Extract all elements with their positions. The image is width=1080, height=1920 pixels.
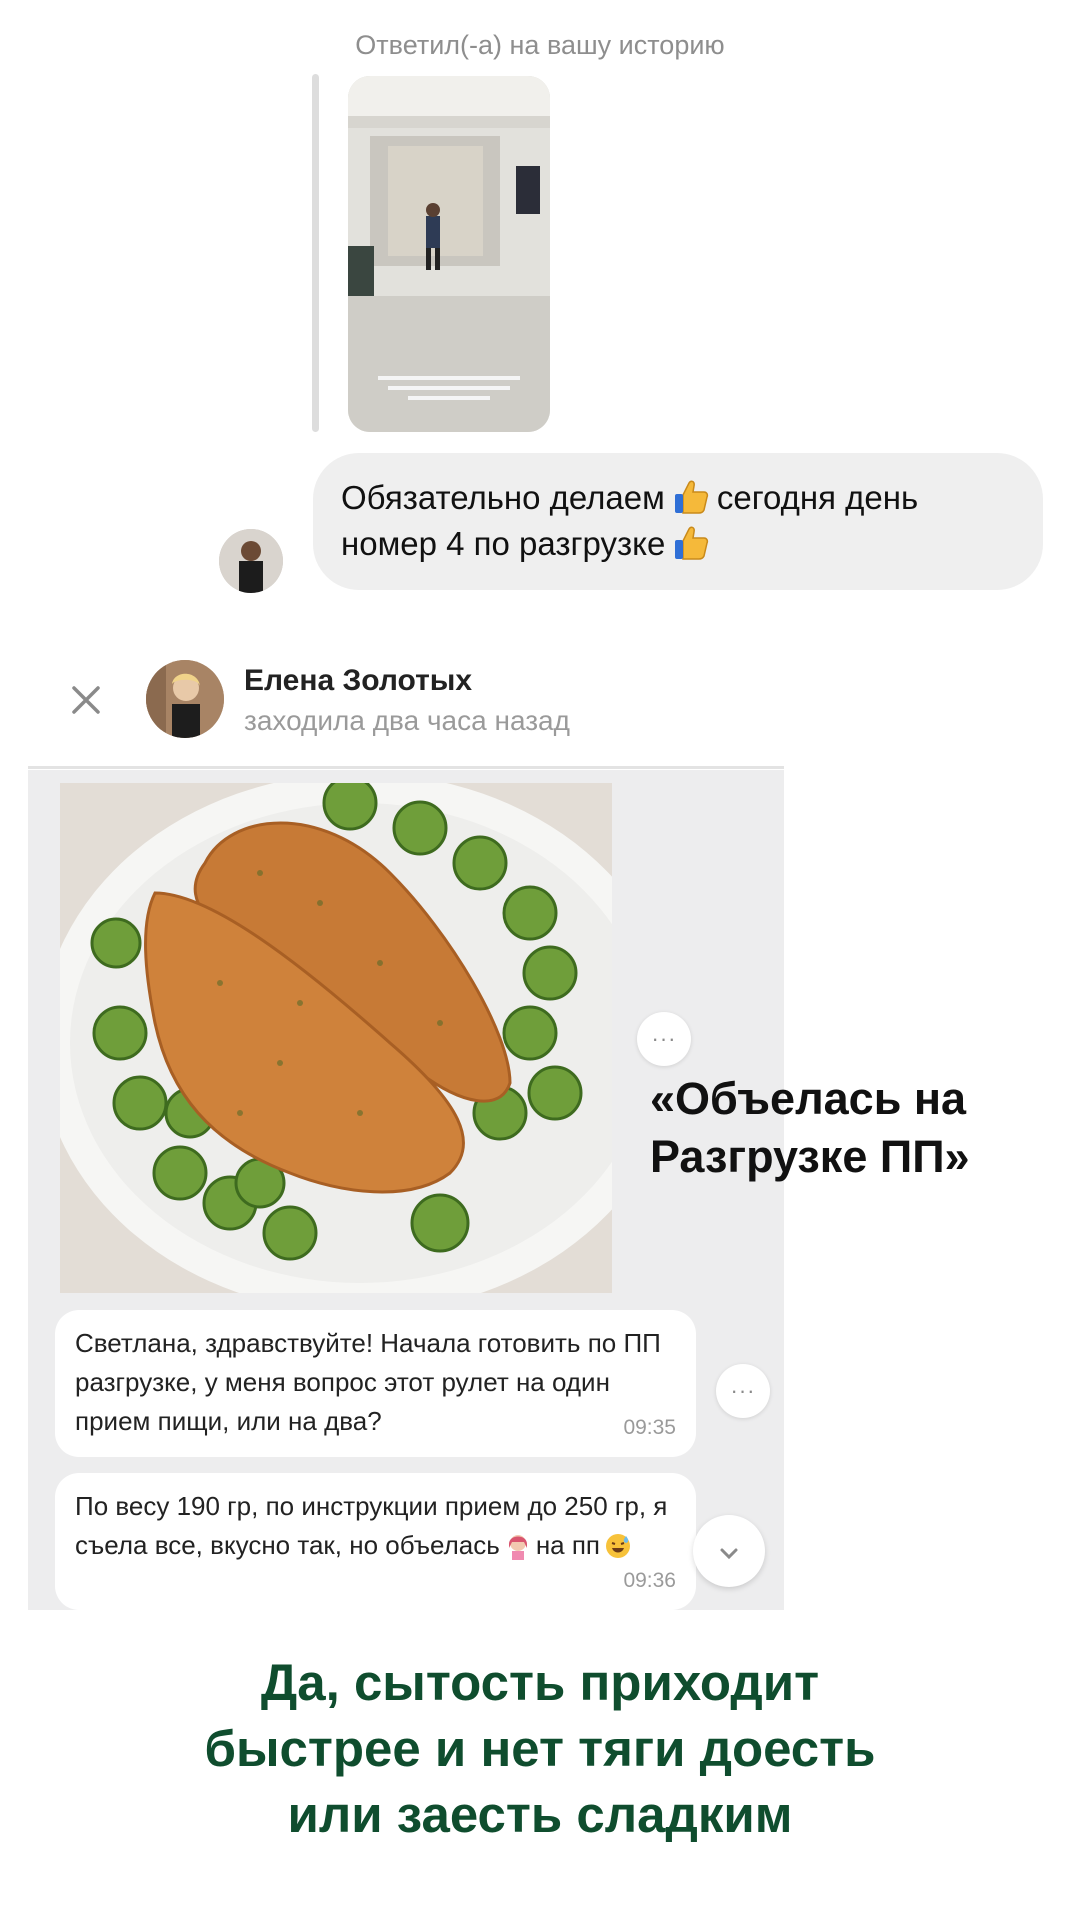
caption-line: или заесть сладким bbox=[287, 1786, 793, 1843]
thumbs-up-icon bbox=[671, 523, 711, 563]
story-reply-message: Обязательно делаем сегодня день номер 4 п… bbox=[313, 453, 1043, 590]
scroll-down-button[interactable] bbox=[693, 1515, 765, 1587]
woman-emoji-icon bbox=[504, 1532, 532, 1560]
contact-avatar[interactable] bbox=[146, 660, 224, 738]
avatar[interactable] bbox=[219, 529, 283, 593]
story-reply-caption: Ответил(-а) на вашу историю bbox=[355, 30, 725, 60]
contact-status: заходила два часа назад bbox=[244, 705, 570, 736]
message-text: Светлана, здравствуйте! Начала готовить … bbox=[75, 1328, 661, 1436]
message-bubble: По весу 190 гр, по инструкции прием до 2… bbox=[55, 1473, 696, 1610]
thumbs-up-icon bbox=[671, 477, 711, 517]
chevron-down-icon bbox=[715, 1535, 743, 1566]
quote-line: Разгрузке ПП» bbox=[650, 1131, 970, 1182]
story-reply-text-part1: Обязательно делаем bbox=[341, 479, 665, 516]
bottom-caption: Да, сытость приходит быстрее и нет тяги … bbox=[0, 1650, 1080, 1848]
quote-line: «Объелась на bbox=[650, 1073, 967, 1124]
message-time: 09:35 bbox=[623, 1416, 676, 1439]
caption-line: быстрее и нет тяги доесть bbox=[204, 1720, 876, 1777]
message-more-button[interactable]: ··· bbox=[716, 1364, 770, 1418]
contact-name[interactable]: Елена Золотых bbox=[244, 664, 472, 698]
close-icon[interactable] bbox=[66, 680, 106, 720]
food-photo[interactable] bbox=[60, 783, 612, 1293]
food-photo-image bbox=[60, 783, 612, 1293]
divider bbox=[28, 766, 784, 769]
message-time: 09:36 bbox=[623, 1569, 676, 1592]
story-thumbnail[interactable] bbox=[348, 76, 550, 432]
reply-indicator-bar bbox=[312, 74, 319, 432]
photo-more-button[interactable]: ··· bbox=[637, 1012, 691, 1066]
sweat-smile-emoji-icon bbox=[604, 1532, 632, 1560]
caption-line: Да, сытость приходит bbox=[260, 1654, 820, 1711]
story-thumbnail-image bbox=[348, 76, 550, 432]
message-text-end: на пп bbox=[535, 1530, 601, 1560]
message-bubble: Светлана, здравствуйте! Начала готовить … bbox=[55, 1310, 696, 1457]
quote-annotation: «Объелась на Разгрузке ПП» bbox=[650, 1070, 1060, 1186]
